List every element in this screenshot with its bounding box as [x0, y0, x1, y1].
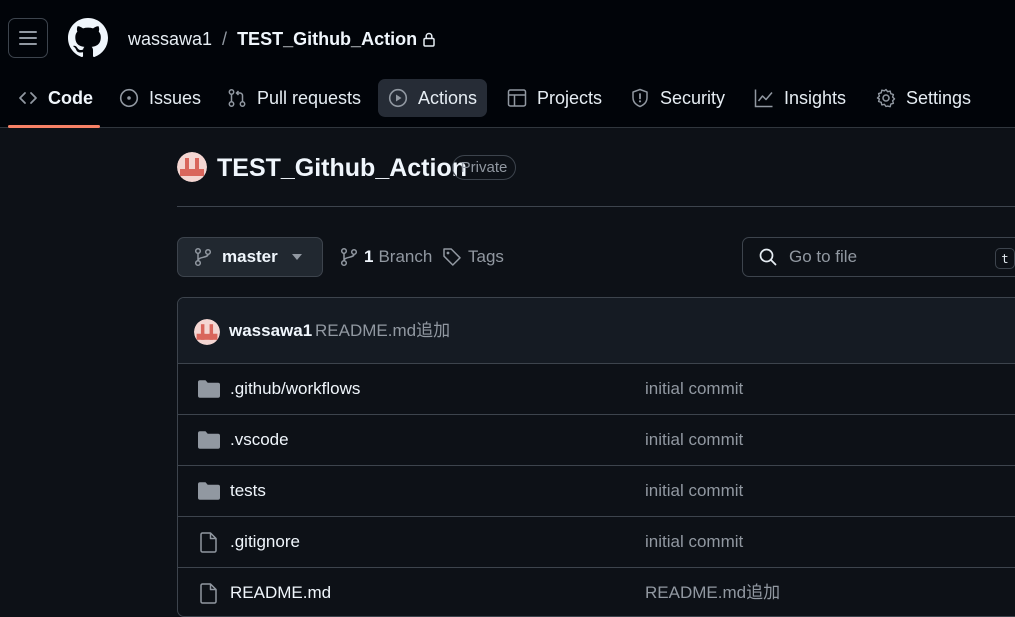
file-name[interactable]: tests	[230, 480, 266, 502]
branch-icon	[194, 247, 212, 267]
tab-actions[interactable]: Actions	[378, 79, 487, 117]
table-row[interactable]: .gitignore initial commit	[178, 517, 1015, 568]
file-commit-message[interactable]: README.md追加	[645, 582, 780, 604]
file-commit-message[interactable]: initial commit	[645, 531, 743, 553]
tab-label: Projects	[537, 87, 603, 108]
commit-author[interactable]: wassawa1	[229, 320, 312, 342]
tab-settings[interactable]: Settings	[866, 79, 981, 117]
tab-projects[interactable]: Projects	[497, 79, 612, 117]
branch-name: master	[222, 247, 278, 266]
repo-title[interactable]: TEST_Github_Action	[217, 152, 467, 184]
search-icon	[759, 248, 777, 266]
caret-down-icon	[291, 254, 302, 260]
issue-icon	[119, 88, 139, 108]
tab-label: Settings	[906, 87, 972, 108]
breadcrumb: wassawa1 / TEST_Github_Action	[128, 27, 435, 51]
table-row[interactable]: tests initial commit	[178, 466, 1015, 517]
table-row[interactable]: .vscode initial commit	[178, 415, 1015, 466]
repo-link[interactable]: TEST_Github_Action	[237, 29, 417, 50]
tab-label: Actions	[418, 87, 478, 108]
table-row[interactable]: .github/workflows initial commit	[178, 364, 1015, 415]
repo-owner-avatar[interactable]	[177, 152, 207, 182]
tab-label: Pull requests	[257, 87, 362, 108]
code-icon	[19, 92, 37, 104]
owner-link[interactable]: wassawa1	[128, 29, 212, 50]
branches-link[interactable]: 1 Branch	[340, 245, 432, 269]
folder-icon	[198, 482, 220, 500]
latest-commit-bar: wassawa1 README.md追加	[178, 298, 1015, 364]
file-table: wassawa1 README.md追加 .github/workflows i…	[177, 297, 1015, 617]
avatar[interactable]	[194, 319, 220, 345]
file-commit-message[interactable]: initial commit	[645, 429, 743, 451]
hamburger-icon	[19, 31, 37, 45]
file-name[interactable]: .vscode	[230, 429, 289, 451]
tab-label: Security	[660, 87, 726, 108]
branch-count-value: 1	[364, 247, 374, 266]
repo-header: wassawa1 / TEST_Github_Action Code Issue…	[0, 0, 1015, 128]
go-to-file-search[interactable]	[742, 237, 1015, 277]
branch-count-label: Branch	[378, 247, 433, 266]
lock-icon	[423, 32, 435, 47]
folder-icon	[198, 431, 220, 449]
commit-message[interactable]: README.md追加	[315, 320, 450, 342]
folder-icon	[198, 380, 220, 398]
shield-icon	[632, 88, 648, 108]
file-commit-message[interactable]: initial commit	[645, 480, 743, 502]
tab-code[interactable]: Code	[8, 79, 103, 117]
tag-icon	[443, 248, 461, 266]
visibility-badge: Private	[452, 155, 516, 180]
branch-icon	[340, 247, 358, 267]
file-name[interactable]: .gitignore	[230, 531, 300, 553]
file-icon	[200, 583, 217, 604]
file-icon	[200, 532, 217, 553]
tab-issues[interactable]: Issues	[109, 79, 211, 117]
divider	[177, 206, 1015, 207]
keyboard-shortcut-hint: t	[995, 248, 1015, 269]
file-name[interactable]: .github/workflows	[230, 378, 360, 400]
gear-icon	[876, 88, 896, 108]
menu-button[interactable]	[8, 18, 48, 58]
table-row[interactable]: README.md README.md追加	[178, 568, 1015, 616]
file-name[interactable]: README.md	[230, 582, 331, 604]
tags-label: Tags	[468, 247, 504, 266]
table-icon	[507, 89, 527, 107]
breadcrumb-separator: /	[222, 28, 228, 49]
tab-security[interactable]: Security	[620, 79, 735, 117]
tab-pull-requests[interactable]: Pull requests	[217, 79, 371, 117]
github-logo-icon[interactable]	[68, 18, 108, 58]
active-tab-indicator	[8, 125, 100, 128]
repo-nav-tabs: Code Issues Pull requests Actions Projec…	[0, 79, 1015, 128]
go-to-file-input[interactable]	[787, 246, 977, 268]
tab-insights[interactable]: Insights	[744, 79, 856, 117]
tab-label: Code	[48, 87, 93, 108]
graph-icon	[754, 89, 773, 108]
play-icon	[388, 88, 408, 108]
pull-request-icon	[228, 89, 246, 107]
tags-link[interactable]: Tags	[442, 245, 504, 269]
tab-label: Issues	[149, 87, 202, 108]
branch-select-button[interactable]: master	[177, 237, 323, 277]
file-commit-message[interactable]: initial commit	[645, 378, 743, 400]
tab-label: Insights	[784, 87, 847, 108]
